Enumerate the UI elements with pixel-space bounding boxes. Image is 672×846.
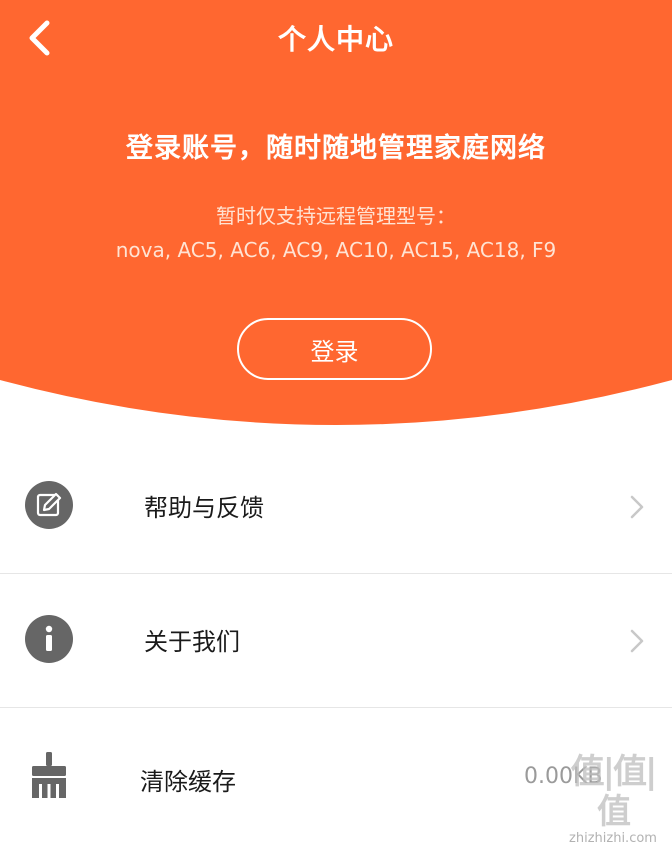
page-title: 个人中心 (277, 23, 394, 56)
menu-item-help-feedback[interactable]: 帮助与反馈 (0, 440, 672, 574)
profile-header: 个人中心 登录账号，随时随地管理家庭网络 暂时仅支持远程管理型号： nova, … (0, 0, 672, 440)
broom-icon (32, 752, 66, 798)
info-icon (25, 615, 73, 663)
chevron-right-icon (630, 495, 644, 519)
cache-size-value: 0.00KB (524, 764, 603, 789)
menu-label-about-us: 关于我们 (144, 628, 240, 656)
edit-icon (25, 481, 73, 529)
support-notice: 暂时仅支持远程管理型号： (216, 204, 456, 228)
login-button[interactable]: 登录 (237, 318, 432, 380)
menu-label-help-feedback: 帮助与反馈 (144, 494, 264, 522)
login-headline: 登录账号，随时随地管理家庭网络 (126, 133, 546, 164)
supported-models: nova, AC5, AC6, AC9, AC10, AC15, AC18, F… (115, 238, 557, 262)
watermark-domain: zhizhizhi.com (569, 831, 657, 846)
chevron-right-icon (630, 629, 644, 653)
menu-item-about-us[interactable]: 关于我们 (0, 574, 672, 708)
menu-label-clear-cache: 清除缓存 (140, 768, 236, 796)
menu-item-clear-cache[interactable]: 清除缓存 0.00KB (0, 708, 672, 818)
